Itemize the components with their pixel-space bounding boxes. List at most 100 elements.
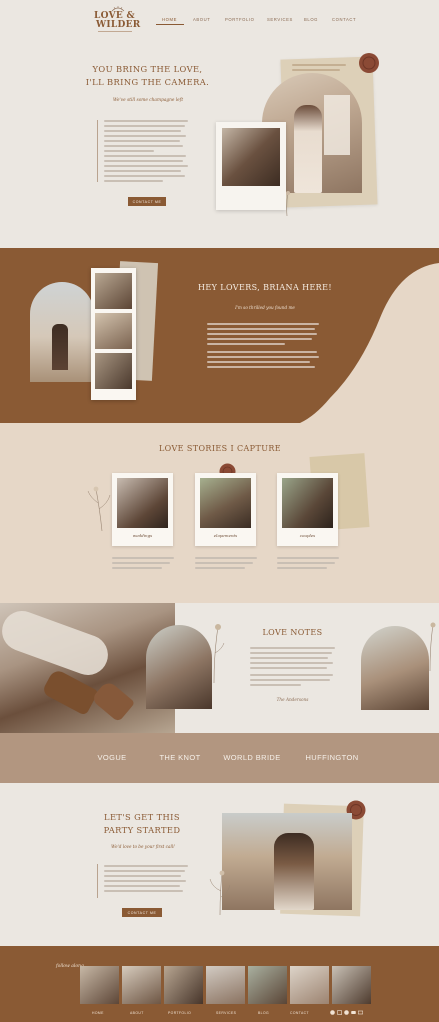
about-script: I'm so thrilled you found me [235, 305, 295, 310]
cta-dried-flower-icon [209, 870, 231, 915]
story-card-elopements[interactable]: elopements [195, 473, 256, 546]
hero-paragraph-2 [104, 155, 188, 185]
nav-services[interactable]: SERVICES [267, 17, 293, 22]
instagram-photo-7[interactable] [332, 966, 371, 1004]
notes-flower-right-icon [429, 622, 436, 671]
nav-active-underline [156, 24, 184, 25]
about-photo-strip [91, 268, 136, 400]
hero-arch-window [324, 95, 350, 155]
nav-contact[interactable]: CONTACT [332, 17, 356, 22]
notes-section: LOVE NOTES The Andersons [0, 603, 439, 733]
hero-paper-script [292, 64, 352, 74]
story-caption-elopements: elopements [213, 533, 238, 538]
logo-line-2: WILDER [96, 20, 141, 30]
nav-portfolio[interactable]: PORTFOLIO [225, 17, 255, 22]
notes-arch-photo-left [146, 625, 212, 709]
cta-photo [222, 813, 352, 910]
instagram-grid [80, 966, 373, 1004]
instagram-photo-5[interactable] [248, 966, 287, 1004]
stories-dried-flower-icon [87, 486, 111, 531]
instagram-icon[interactable] [337, 1010, 342, 1015]
story-card-weddings[interactable]: weddings [112, 473, 173, 546]
about-couple-figure [52, 324, 68, 370]
footer-link-home[interactable]: HOME [92, 1011, 104, 1015]
footer-link-contact[interactable]: CONTACT [290, 1011, 309, 1015]
hero-headline-2: I'LL BRING THE CAMERA. [85, 77, 210, 87]
press-section: VOGUE THE KNOT WORLD BRIDE HUFFINGTON [0, 733, 439, 783]
youtube-icon[interactable] [351, 1010, 356, 1015]
hero-script: We've still some champagne left [112, 98, 184, 103]
social-icons [330, 1010, 370, 1016]
about-arch-photo [30, 282, 94, 382]
facebook-icon[interactable] [330, 1010, 335, 1015]
footer-nav: HOME ABOUT PORTFOLIO SERVICES BLOG CONTA… [90, 1011, 320, 1019]
logo-tagline-rule [98, 31, 132, 32]
instagram-photo-4[interactable] [206, 966, 245, 1004]
cta-text-rule [97, 864, 98, 898]
notes-paragraph-2 [250, 674, 335, 689]
cta-script: We'd love to be your first call! [111, 844, 175, 849]
instagram-photo-3[interactable] [164, 966, 203, 1004]
story-caption-couples: couples [299, 533, 316, 538]
hero-section: YOU BRING THE LOVE, I'LL BRING THE CAMER… [0, 40, 439, 248]
notes-flower-icon [213, 624, 225, 683]
press-the-knot: THE KNOT [159, 753, 201, 762]
about-heading: HEY LOVERS, BRIANA HERE! [198, 283, 332, 292]
cta-heading-2: PARTY STARTED [103, 825, 181, 835]
story-text-weddings [112, 557, 174, 572]
notes-arch-photo-right [361, 626, 429, 710]
hero-contact-button[interactable]: CONTACT ME [128, 197, 166, 206]
story-text-elopements [195, 557, 257, 572]
story-card-couples[interactable]: couples [277, 473, 338, 546]
instagram-photo-2[interactable] [122, 966, 161, 1004]
instagram-photo-6[interactable] [290, 966, 329, 1004]
site-header: LOVE & WILDER HOME ABOUT PORTFOLIO SERVI… [0, 0, 439, 40]
logo[interactable]: LOVE & WILDER [92, 5, 142, 35]
about-strip-photo-1 [95, 273, 132, 309]
hero-polaroid [216, 122, 286, 210]
footer-link-about[interactable]: ABOUT [130, 1011, 144, 1015]
about-strip-photo-3 [95, 353, 132, 389]
stories-heading: LOVE STORIES I CAPTURE [158, 444, 282, 453]
hero-bride-figure [294, 105, 322, 193]
notes-signature: The Andersons [276, 697, 309, 702]
instagram-photo-1[interactable] [80, 966, 119, 1004]
story-text-couples [277, 557, 339, 572]
story-photo-couples [282, 478, 333, 528]
story-photo-weddings [117, 478, 168, 528]
story-caption-weddings: weddings [132, 533, 153, 538]
notes-boots-2 [90, 679, 136, 723]
hero-dried-flower-icon [286, 191, 290, 216]
wax-seal-icon [359, 53, 379, 73]
cta-section: LET'S GET THIS PARTY STARTED We'd love t… [0, 783, 439, 946]
pinterest-icon[interactable] [344, 1010, 349, 1015]
hero-paragraph-1 [104, 120, 188, 155]
press-world-bride: WORLD BRIDE [223, 753, 281, 762]
cta-paragraph [104, 865, 188, 895]
hero-headline-1: YOU BRING THE LOVE, [92, 64, 203, 74]
cta-couple-figure [274, 833, 314, 910]
nav-about[interactable]: ABOUT [193, 17, 210, 22]
hero-polaroid-photo [222, 128, 280, 186]
footer-link-blog[interactable]: BLOG [258, 1011, 269, 1015]
site-footer: follow along HOME ABOUT PORTFOLIO SERVIC… [0, 946, 439, 1022]
notes-legs [0, 605, 114, 681]
cta-heading-1: LET'S GET THIS [104, 812, 180, 822]
press-vogue: VOGUE [97, 753, 127, 762]
about-strip-photo-2 [95, 313, 132, 349]
nav-home[interactable]: HOME [162, 17, 177, 22]
story-photo-elopements [200, 478, 251, 528]
footer-link-services[interactable]: SERVICES [216, 1011, 236, 1015]
about-section: HEY LOVERS, BRIANA HERE! I'm so thrilled… [0, 248, 439, 423]
email-icon[interactable] [358, 1010, 363, 1015]
stories-section: LOVE STORIES I CAPTURE weddings elopemen… [0, 423, 439, 603]
nav-blog[interactable]: BLOG [304, 17, 318, 22]
hero-text-rule [97, 120, 98, 182]
press-huffington: HUFFINGTON [305, 753, 359, 762]
notes-heading: LOVE NOTES [262, 628, 323, 637]
footer-link-portfolio[interactable]: PORTFOLIO [168, 1011, 191, 1015]
about-paragraph-2 [207, 351, 319, 371]
notes-paragraph-1 [250, 647, 335, 672]
about-paragraph-1 [207, 323, 319, 348]
cta-contact-button[interactable]: CONTACT ME [122, 908, 162, 917]
